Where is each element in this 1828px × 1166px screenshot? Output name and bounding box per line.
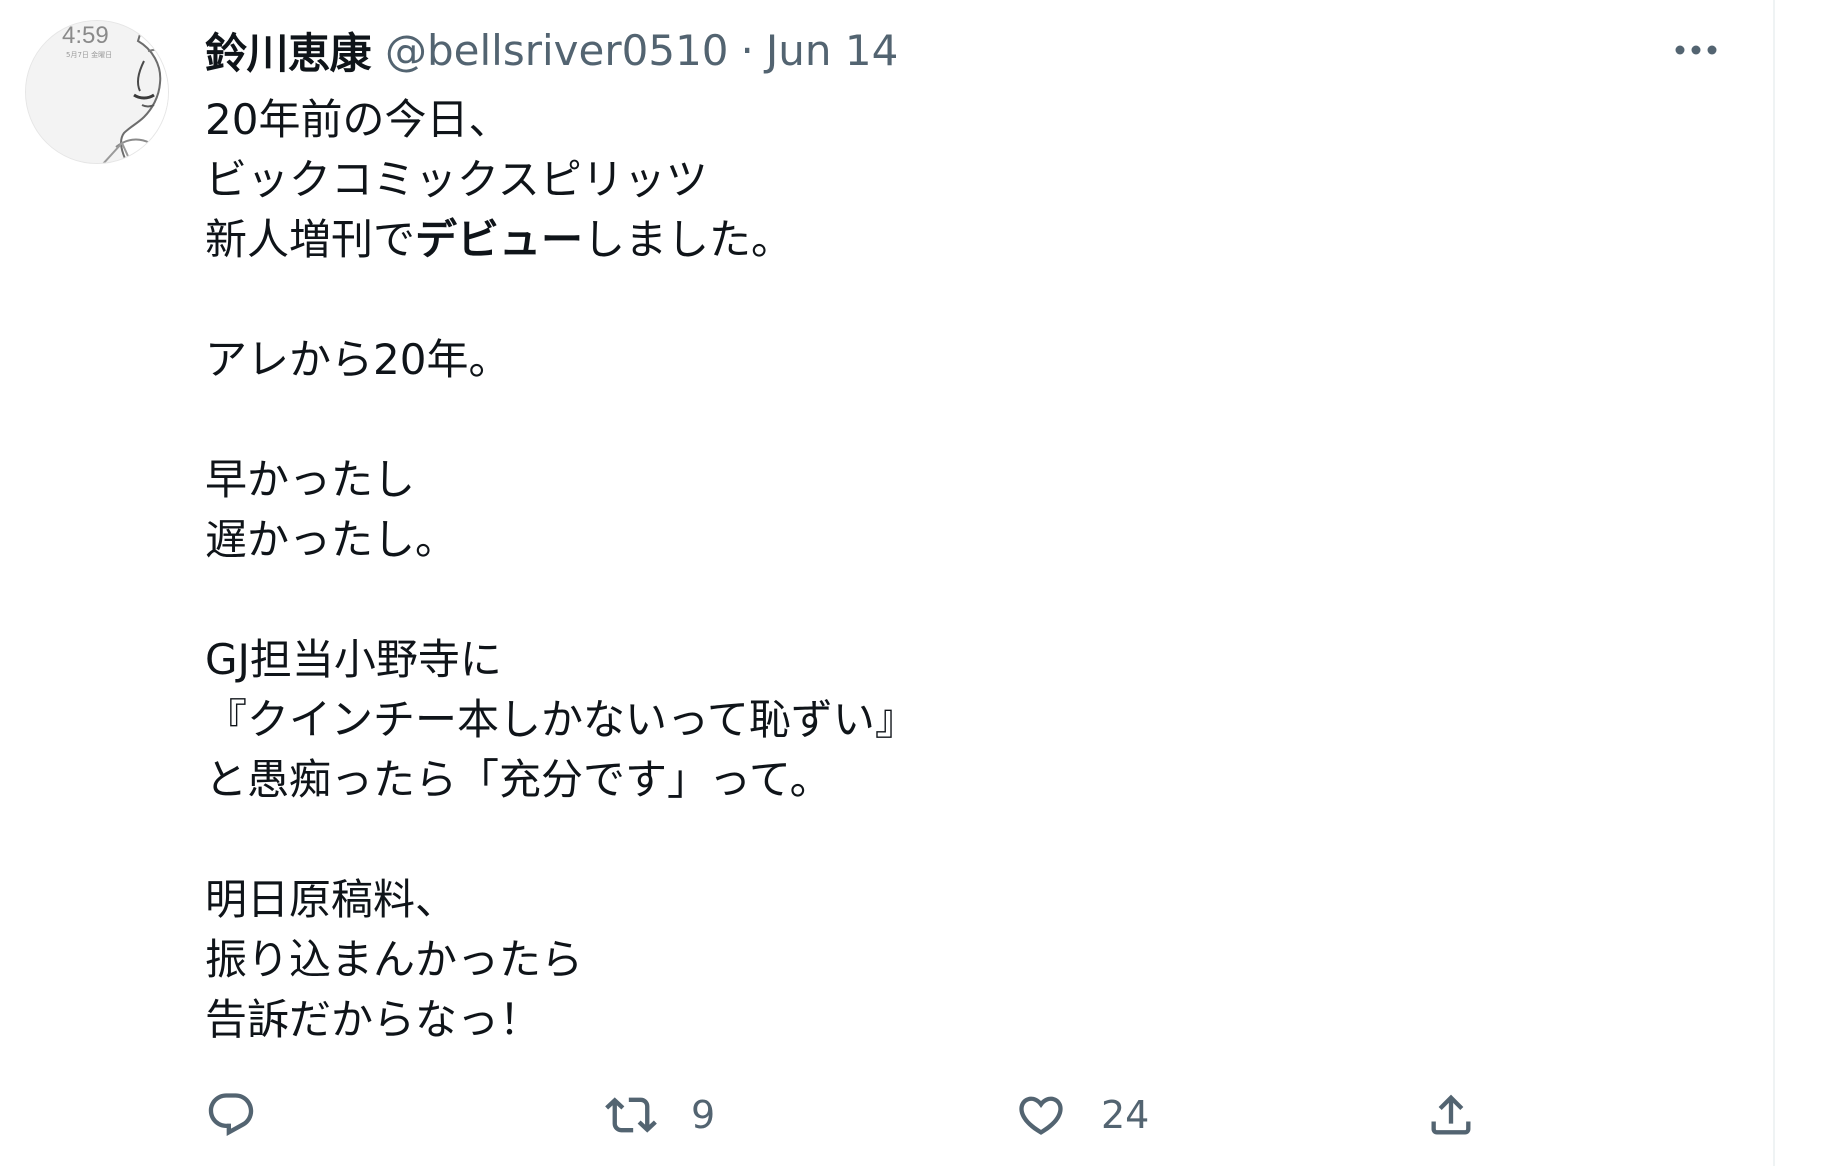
tweet-actions: 9 24 [205, 1080, 1505, 1150]
bold-text: デビュー [415, 215, 584, 264]
share-button[interactable] [1425, 1080, 1477, 1150]
tweet-line: 早かったし [205, 455, 416, 504]
tweet-line-text: しました。 [583, 215, 794, 264]
tweet-line: 『クインチー本しかないって恥ずい』 [205, 695, 917, 744]
heart-icon [1019, 1096, 1063, 1135]
like-button[interactable]: 24 [1015, 1080, 1149, 1150]
tweet-line: アレから20年。 [205, 335, 511, 384]
tweet-line: と愚痴ったら「充分です」って。 [205, 755, 832, 804]
retweet-icon [605, 1097, 657, 1133]
tweet-date[interactable]: Jun 14 [766, 26, 898, 75]
tweet-header: 鈴川恵康 @bellsriver0510 · Jun 14 [205, 22, 898, 78]
author-display-name[interactable]: 鈴川恵康 [205, 20, 372, 81]
tweet[interactable]: 4:59 5月7日 金曜日 鈴川恵康 @bellsriver0510 · Jun… [0, 0, 1773, 1166]
like-count: 24 [1101, 1093, 1150, 1137]
tweet-line-text: 新人増刊で [205, 215, 416, 264]
author-handle[interactable]: @bellsriver0510 [385, 26, 729, 75]
avatar[interactable]: 4:59 5月7日 金曜日 [25, 20, 169, 164]
avatar-date-text: 5月7日 金曜日 [66, 50, 112, 59]
column-divider [1773, 0, 1775, 1166]
more-options-button[interactable] [1668, 26, 1724, 74]
tweet-line: 振り込まんかったら [205, 935, 584, 984]
avatar-illustration: 4:59 5月7日 金曜日 [26, 21, 168, 163]
tweet-line-with-bold: 新人増刊でデビューしました。 [205, 210, 1605, 270]
reply-icon [208, 1093, 254, 1137]
tweet-line: ビックコミックスピリッツ [205, 155, 708, 204]
more-dots-icon [1675, 45, 1717, 55]
avatar-clock-text: 4:59 [62, 22, 109, 49]
header-separator: · [740, 25, 754, 75]
tweet-text: 20年前の今日、 ビックコミックスピリッツ 新人増刊でデビューしました。 アレか… [205, 90, 1605, 1050]
tweet-line: 告訴だからなっ！ [205, 995, 542, 1044]
retweet-count: 9 [691, 1093, 716, 1137]
reply-button[interactable] [205, 1080, 257, 1150]
tweet-line: 20年前の今日、 [205, 95, 511, 144]
tweet-line: 明日原稿料、 [205, 875, 458, 924]
tweet-line: GJ担当小野寺に [205, 635, 502, 684]
share-icon [1431, 1094, 1471, 1135]
retweet-button[interactable]: 9 [605, 1080, 715, 1150]
tweet-line: 遅かったし。 [205, 515, 458, 564]
